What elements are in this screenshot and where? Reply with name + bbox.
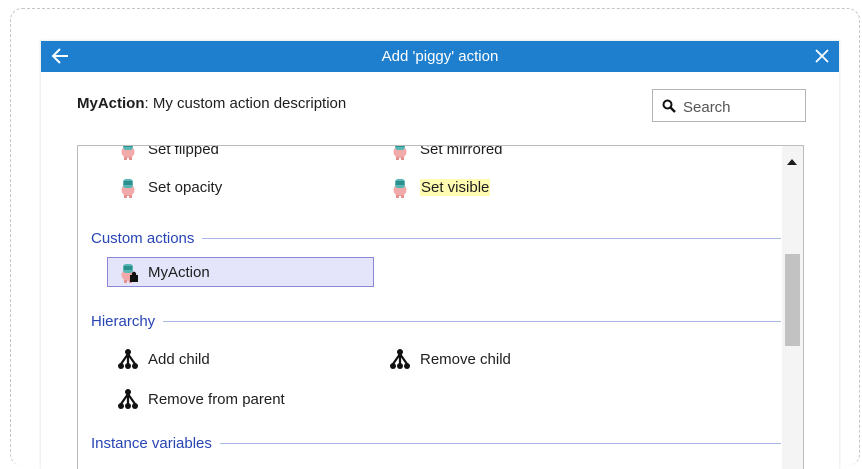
- list-item-set-mirrored[interactable]: Set mirrored: [389, 145, 503, 162]
- section-title: Hierarchy: [91, 313, 156, 330]
- hierarchy-tree-icon: [389, 347, 411, 371]
- close-icon: [815, 49, 829, 63]
- action-name: MyAction: [77, 95, 145, 112]
- section-divider: [163, 321, 781, 322]
- dialog-titlebar: Add 'piggy' action: [41, 41, 839, 72]
- scroll-thumb[interactable]: [785, 254, 800, 346]
- hierarchy-tree-icon: [117, 347, 139, 371]
- piggy-sprite-icon: [121, 146, 135, 160]
- section-divider: [202, 238, 781, 239]
- scroll-up-arrow-icon[interactable]: [787, 159, 797, 165]
- list-item-remove-from-parent[interactable]: Remove from parent: [117, 386, 285, 412]
- section-title: Instance variables: [91, 435, 212, 452]
- close-button[interactable]: [812, 45, 832, 67]
- list-item-label: Remove child: [420, 350, 511, 368]
- piggy-custom-action-icon: [121, 264, 138, 283]
- section-heading-custom-actions: Custom actions: [91, 230, 781, 247]
- list-scrollbar[interactable]: [782, 146, 803, 469]
- section-title: Custom actions: [91, 230, 195, 247]
- section-heading-instance-variables: Instance variables: [91, 435, 781, 452]
- dialog-title: Add 'piggy' action: [381, 48, 499, 65]
- action-description: MyAction: My custom action description: [77, 95, 346, 112]
- list-item-label: MyAction: [148, 263, 210, 281]
- list-item-label: Set opacity: [148, 178, 223, 196]
- piggy-sprite-icon: [393, 179, 407, 198]
- list-item-myaction[interactable]: MyAction: [117, 259, 210, 285]
- piggy-sprite-icon: [121, 179, 135, 198]
- list-item-label: Set flipped: [148, 145, 219, 158]
- search-field[interactable]: [652, 89, 806, 122]
- search-input[interactable]: [681, 95, 803, 119]
- action-description-text: : My custom action description: [144, 95, 347, 112]
- piggy-sprite-icon: [393, 146, 407, 160]
- list-item-label-highlighted: Set visible: [420, 178, 491, 196]
- add-action-dialog: Add 'piggy' action MyAction: My custom a…: [41, 41, 839, 469]
- list-item-remove-child[interactable]: Remove child: [389, 346, 511, 372]
- list-item-set-opacity[interactable]: Set opacity: [117, 174, 222, 200]
- list-item-label: Remove from parent: [148, 390, 285, 408]
- search-icon: [662, 99, 676, 113]
- section-divider: [219, 443, 781, 444]
- actions-list: Set flipped Set mirrored Set opacity Set…: [77, 145, 804, 469]
- list-item-set-flipped[interactable]: Set flipped: [117, 145, 219, 162]
- list-item-add-child[interactable]: Add child: [117, 346, 210, 372]
- section-heading-hierarchy: Hierarchy: [91, 313, 781, 330]
- list-item-set-visible[interactable]: Set visible: [389, 174, 491, 200]
- list-item-label: Set mirrored: [420, 145, 503, 158]
- hierarchy-tree-icon: [117, 387, 139, 411]
- list-item-label: Add child: [148, 350, 210, 368]
